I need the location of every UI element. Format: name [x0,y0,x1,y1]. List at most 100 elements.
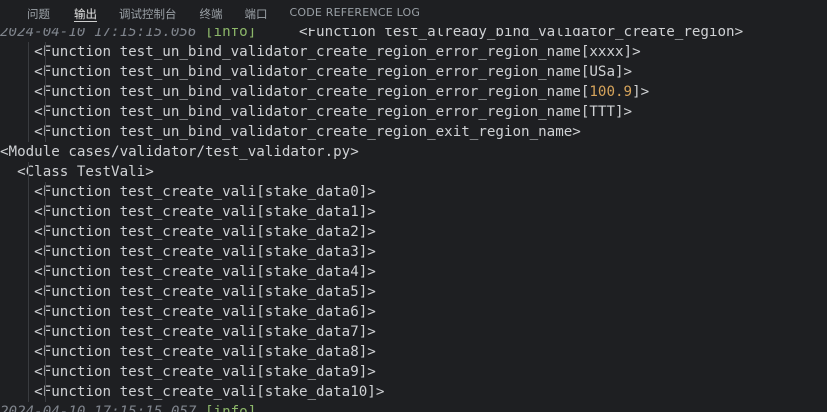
log-line: <Function test_create_vali[stake_data1]> [0,202,827,222]
indent-guide [28,162,29,182]
log-line: <Function test_create_vali[stake_data5]> [0,282,827,302]
log-line: <Function test_un_bind_validator_create_… [0,42,827,62]
log-number-value: 100.9 [589,84,633,100]
indent-guide [28,262,29,282]
indent-guide [45,82,46,102]
log-line: <Module cases/validator/test_validator.p… [0,142,827,162]
indent-guide [28,302,29,322]
indent-guide [45,62,46,82]
log-line-text [0,344,34,360]
log-line-text: <Function test_create_vali[stake_data10]… [34,384,385,400]
tab-code-reference-log[interactable]: CODE REFERENCE LOG [290,0,421,22]
indent-guide [45,122,46,142]
log-line: <Function test_un_bind_validator_create_… [0,102,827,122]
log-line-text: <Class TestVali> [17,164,154,180]
indent-guide [45,322,46,342]
tab-debug-console[interactable]: 调试控制台 [119,0,177,22]
log-line-text: <Function test_create_vali[stake_data5]> [34,284,376,300]
log-level: [info] [205,28,257,40]
log-line: <Function test_create_vali[stake_data0]> [0,182,827,202]
log-line-text [0,164,17,180]
log-line-text [0,84,34,100]
indent-guide [28,342,29,362]
log-line: <Function test_create_vali[stake_data8]> [0,342,827,362]
indent-guide [28,42,29,62]
log-line: <Function test_create_vali[stake_data6]> [0,302,827,322]
log-line: <Function test_create_vali[stake_data3]> [0,242,827,262]
indent-guide [45,342,46,362]
indent-guide [45,282,46,302]
indent-guide [28,82,29,102]
indent-guide [28,182,29,202]
log-timestamp: 2024-04-10 17:15:15.056 [0,28,197,40]
log-line-text: <Function test_create_vali[stake_data8]> [34,344,376,360]
log-line-text: <Function test_create_vali[stake_data2]> [34,224,376,240]
tab-terminal[interactable]: 终端 [200,0,223,22]
log-line-text [0,324,34,340]
indent-guide [28,222,29,242]
indent-guide [28,382,29,402]
indent-guide [45,202,46,222]
indent-guide [28,362,29,382]
log-line-text [0,224,34,240]
indent-guide [45,382,46,402]
log-line: <Function test_un_bind_validator_create_… [0,82,827,102]
log-line-text: <Function test_create_vali[stake_data4]> [34,264,376,280]
log-line-text: <Function test_create_vali[stake_data7]> [34,324,376,340]
log-line: <Function test_create_vali[stake_data4]> [0,262,827,282]
log-timestamp: 2024-04-10 17:15:15.057 [0,404,197,412]
log-line-text: <Function test_un_bind_validator_create_… [34,64,633,80]
log-line-text [0,64,34,80]
output-panel[interactable]: 2024-04-10 17:15:15.056 [info] <Function… [0,28,827,412]
log-line-text: <Function test_create_vali[stake_data3]> [34,244,376,260]
log-line: <Function test_create_vali[stake_data9]> [0,362,827,382]
indent-guide [28,62,29,82]
indent-guide [45,242,46,262]
indent-guide [28,322,29,342]
tab-problems[interactable]: 问题 [27,0,50,22]
log-line-text [0,124,34,140]
log-line-text: <Module cases/validator/test_validator.p… [0,144,359,160]
log-line-text [0,244,34,260]
indent-guide [28,282,29,302]
output-lines: 2024-04-10 17:15:15.056 [info] <Function… [0,28,827,412]
log-line-text [0,204,34,220]
log-line-text: <Function test_un_bind_validator_create_… [34,104,633,120]
log-line-text [0,284,34,300]
log-line-text: <Function test_un_bind_validator_create_… [34,44,641,60]
panel-tab-bar: 问题 输出 调试控制台 终端 端口 CODE REFERENCE LOG [0,0,827,28]
log-line-text: <Function test_un_bind_validator_create_… [34,124,581,140]
log-message: <Function test_already_bind_validator_cr… [256,28,744,40]
log-line-text [0,264,34,280]
log-line-text: <Function test_create_vali[stake_data9]> [34,364,376,380]
log-line: <Function test_create_vali[stake_data10]… [0,382,827,402]
log-line-text [0,44,34,60]
log-line-text: <Function test_create_vali[stake_data6]> [34,304,376,320]
indent-guide [28,122,29,142]
log-line-text [0,364,34,380]
log-level: [info] [205,404,257,412]
indent-guide [45,262,46,282]
log-line-text: <Function test_create_vali[stake_data1]> [34,204,376,220]
log-entry-header: 2024-04-10 17:15:15.056 [info] <Function… [0,28,827,42]
indent-guide [28,242,29,262]
indent-guide [45,362,46,382]
log-line-text: ]> [632,84,650,100]
log-line-text [0,184,34,200]
log-line-text [0,304,34,320]
indent-guide [45,182,46,202]
tab-output[interactable]: 输出 [74,0,97,22]
indent-guide [45,42,46,62]
log-line-text [0,384,34,400]
log-line-text: <Function test_create_vali[stake_data0]> [34,184,376,200]
log-line: <Class TestVali> [0,162,827,182]
tab-ports[interactable]: 端口 [245,0,268,22]
log-line-text [0,104,34,120]
log-line: <Function test_un_bind_validator_create_… [0,122,827,142]
log-line: <Function test_create_vali[stake_data2]> [0,222,827,242]
log-line: <Function test_create_vali[stake_data7]> [0,322,827,342]
log-entry-footer: 2024-04-10 17:15:15.057 [info] [0,402,827,412]
log-line-text: <Function test_un_bind_validator_create_… [34,84,590,100]
indent-guide [28,202,29,222]
indent-guide [45,222,46,242]
